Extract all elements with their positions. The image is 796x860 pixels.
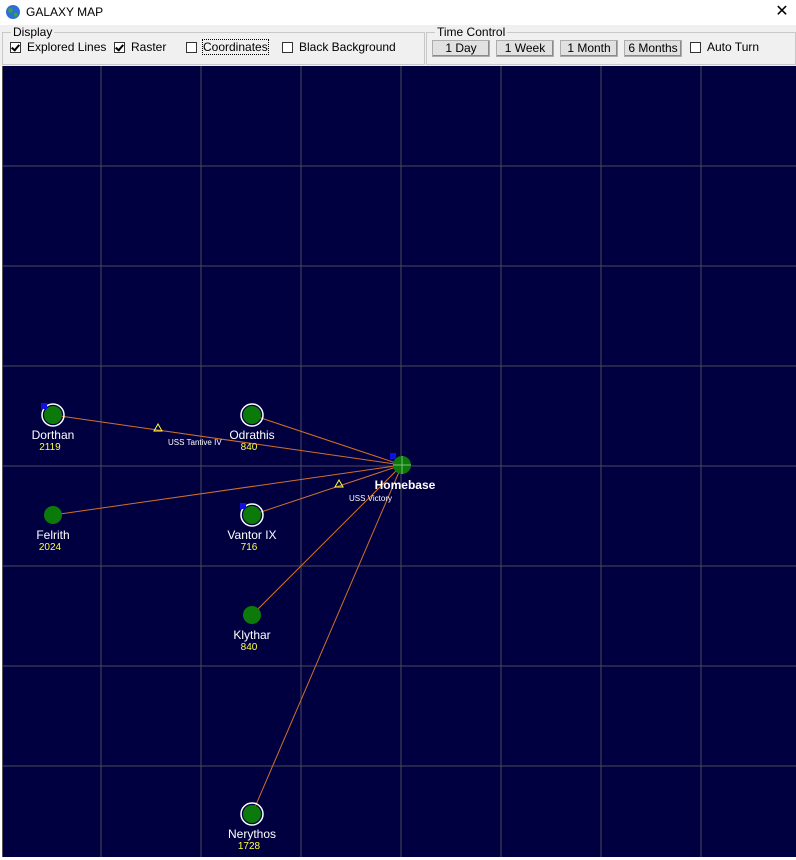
planet[interactable]: Klythar840 [233,606,271,653]
close-button[interactable]: ✕ [768,0,796,25]
galaxy-map[interactable]: USS Tantive IV USS Victory Dorthan 2119 Odr… [2,66,796,857]
raster-label: Raster [131,40,167,54]
auto-turn-box [690,41,701,53]
planet-icon [44,506,62,524]
planet-value: 716 [241,542,258,553]
planet-value: 2024 [39,542,62,553]
planet[interactable]: Vantor IX716 [227,503,277,553]
explored-lines-checkbox[interactable]: Explored Lines [10,40,106,54]
explored-lines-label: Explored Lines [27,40,107,54]
explored-route-line [52,414,403,466]
black-background-box [282,41,293,53]
one-week-button[interactable]: 1 Week [496,40,554,57]
one-month-button[interactable]: 1 Month [560,40,618,57]
title-bar: GALAXY MAP ✕ [0,0,796,25]
fleet-icon [41,403,47,409]
explored-route-line [251,464,403,815]
planet-name: Odrathis [229,428,274,442]
raster-checkbox[interactable]: Raster [114,40,166,54]
coordinates-box [186,41,197,53]
planet-icon [243,406,261,424]
auto-turn-checkbox[interactable]: Auto Turn [690,40,759,54]
planet-name: Nerythos [228,827,276,841]
raster-checkmark [114,41,125,53]
black-background-checkbox[interactable]: Black Background [282,40,396,54]
display-legend: Display [11,25,55,39]
planet[interactable]: Dorthan2119 [32,403,75,453]
explored-route-line [52,464,403,516]
planet-value: 2119 [39,442,61,453]
galaxy-map-canvas[interactable]: USS Tantive IV USS Victory Dorthan2119 Odr… [3,66,796,857]
planet-name: Felrith [36,528,69,542]
black-background-label: Black Background [299,40,396,54]
close-icon: ✕ [775,3,789,20]
planet-value: 840 [241,642,258,653]
planet-icon [243,606,261,624]
homebase-name: Homebase [375,478,436,492]
window-title: GALAXY MAP [26,5,104,19]
six-months-button[interactable]: 6 Months [624,40,682,57]
auto-turn-label: Auto Turn [707,40,760,54]
time-control-legend: Time Control [435,25,508,39]
planets-layer: Dorthan2119Odrathis840Felrith2024Vantor … [32,403,436,852]
planet-value: 840 [241,442,258,453]
explored-lines-checkmark [10,41,21,53]
planet-icon [243,805,261,823]
globe-icon [6,5,20,19]
planet-name: Klythar [233,628,270,642]
planet-name: Vantor IX [227,528,276,542]
planet-value: 1728 [238,841,261,852]
ship-label: USS Tantive IV [168,438,222,447]
toolbar: Display Explored Lines Raster Coordinate… [0,25,796,66]
planet-name: Dorthan [32,428,75,442]
fleet-icon [390,453,396,459]
coordinates-label: Coordinates [202,39,269,55]
planet[interactable]: Nerythos1728 [228,802,276,852]
one-day-button[interactable]: 1 Day [432,40,490,57]
coordinates-checkbox[interactable]: Coordinates [186,39,269,55]
explored-routes [52,414,403,815]
ship-label: USS Victory [349,494,392,503]
fleet-icon [240,503,246,509]
